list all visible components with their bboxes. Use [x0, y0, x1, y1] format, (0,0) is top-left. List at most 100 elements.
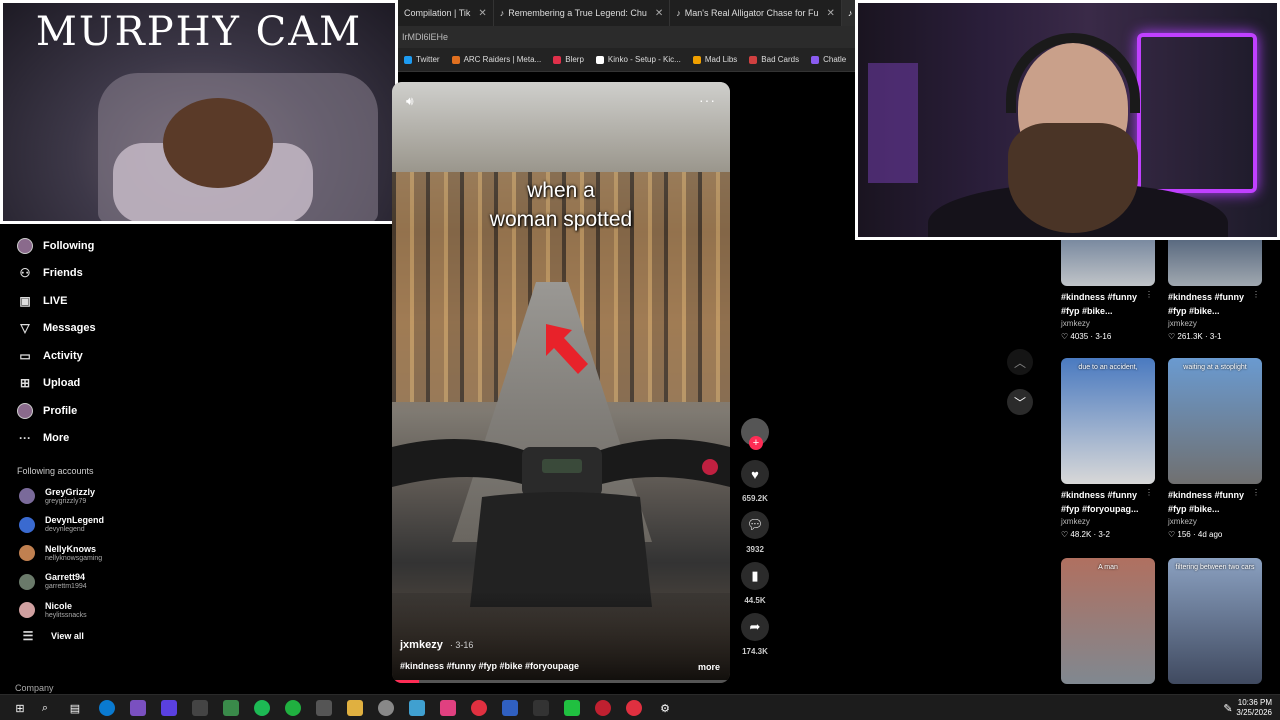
bookmark-item[interactable]: Twitter	[404, 55, 440, 64]
close-tab-icon[interactable]: ✕	[827, 8, 835, 19]
close-tab-icon[interactable]: ✕	[478, 8, 486, 19]
creator-avatar[interactable]: +	[741, 418, 769, 450]
video-hashtags[interactable]: #kindness #funny #fyp #bike #foryoupage	[400, 661, 579, 671]
browser-tab[interactable]: ♪ Man's Real Alligator Chase for Fu ✕	[670, 0, 842, 26]
follow-plus-icon[interactable]: +	[749, 436, 763, 450]
app-icon-5[interactable]	[285, 700, 301, 716]
taskbar-clock[interactable]: 10:36 PM 3/25/2026	[1236, 698, 1272, 718]
video-thumbnail[interactable]	[1061, 240, 1155, 286]
app-icon-2[interactable]	[161, 700, 177, 716]
sidebar-item-following[interactable]: Following	[0, 232, 390, 260]
video-thumbnail[interactable]	[1168, 240, 1262, 286]
video-stats: ♡ 261.3K · 3-1	[1168, 332, 1221, 341]
bookmark-item[interactable]: Chatle	[811, 55, 846, 64]
app-icon-11[interactable]	[502, 700, 518, 716]
folder-icon[interactable]	[347, 700, 363, 716]
spotify-icon[interactable]	[254, 700, 270, 716]
bookmark-item[interactable]: Mad Libs	[692, 55, 737, 64]
separator: ·	[1190, 530, 1198, 539]
more-options-icon[interactable]: ···	[699, 92, 716, 108]
comment-button[interactable]: 💬︎	[741, 511, 769, 539]
video-thumbnail[interactable]: filtering between two cars	[1168, 558, 1262, 684]
previous-video-button[interactable]: ︿	[1007, 349, 1033, 375]
sidebar-item-upload[interactable]: ⊞ Upload	[0, 370, 390, 398]
sidebar-item-activity[interactable]: ▭ Activity	[0, 342, 390, 370]
bookmark-icon	[749, 55, 758, 64]
chevron-up-icon: ︿	[1013, 355, 1026, 370]
video-caption-link[interactable]: #kindness #funny #fyp #bike...	[1168, 488, 1263, 516]
view-all-button[interactable]: ☰ View all	[0, 625, 390, 647]
settings-gear-icon[interactable]: ⚙	[657, 700, 673, 716]
search-icon[interactable]: ⌕	[37, 700, 53, 716]
edge-icon[interactable]	[99, 700, 115, 716]
video-caption-link[interactable]: #kindness #funny #fyp #foryoupag...	[1061, 488, 1156, 516]
app-icon-6[interactable]	[316, 700, 332, 716]
video-author[interactable]: jxmkezy · 3-16	[400, 639, 473, 651]
volume-icon[interactable]: 🔊︎	[406, 94, 414, 109]
browser-tab[interactable]: Compilation | Tik ✕	[398, 0, 494, 26]
separator: ·	[1202, 332, 1210, 341]
close-tab-icon[interactable]: ✕	[655, 8, 663, 19]
app-icon-8[interactable]	[409, 700, 425, 716]
bookmark-item[interactable]: Blerp	[553, 55, 584, 64]
video-author-name[interactable]: jxmkezy	[400, 639, 443, 651]
task-view-icon[interactable]: ▤	[67, 700, 83, 716]
app-icon-4[interactable]	[223, 700, 239, 716]
sidebar-item-messages[interactable]: ▽ Messages	[0, 315, 390, 343]
next-video-button[interactable]: ﹀	[1007, 389, 1033, 415]
tray-icon[interactable]: ✎	[1220, 700, 1236, 716]
app-icon-1[interactable]	[130, 700, 146, 716]
app-icon-12[interactable]	[533, 700, 549, 716]
bookmark-label: Bad Cards	[761, 55, 800, 64]
bookmark-item[interactable]: Kinko - Setup - Kic...	[595, 55, 681, 64]
address-bar[interactable]: IrMDl6lEHe	[398, 26, 860, 48]
video-username[interactable]: jxmkezy	[1061, 319, 1090, 328]
app-icon-3[interactable]	[192, 700, 208, 716]
company-link[interactable]: Company	[15, 683, 54, 693]
app-icon-15[interactable]	[626, 700, 642, 716]
more-vertical-icon[interactable]: ⋮	[1252, 488, 1260, 497]
video-caption-link[interactable]: #kindness #funny #fyp #bike...	[1168, 290, 1263, 318]
motorcycle-handlebars	[392, 439, 730, 607]
video-caption-link[interactable]: #kindness #funny #fyp #bike...	[1061, 290, 1156, 318]
video-thumbnail[interactable]: A man	[1061, 558, 1155, 684]
video-username[interactable]: jxmkezy	[1168, 517, 1197, 526]
video-player[interactable]: when a woman spotted 🔊︎ ··· jxmkezy · 3-…	[392, 82, 730, 683]
more-vertical-icon[interactable]: ⋮	[1145, 290, 1153, 299]
app-icon-9[interactable]	[440, 700, 456, 716]
caption-line-1: when a	[527, 179, 595, 202]
like-button[interactable]: ♥	[741, 460, 769, 488]
following-account[interactable]: DevynLegend devynlegend	[0, 511, 390, 540]
bookmark-item[interactable]: Bad Cards	[749, 55, 799, 64]
browser-tab[interactable]: ♪ Remembering a True Legend: Chu ✕	[494, 0, 671, 26]
account-name: DevynLegend	[45, 515, 105, 526]
following-account[interactable]: NellyKnows nellyknowsgaming	[0, 539, 390, 568]
save-button[interactable]: ▮	[741, 562, 769, 590]
app-icon-7[interactable]	[378, 700, 394, 716]
sidebar-item-live[interactable]: ▣ LIVE	[0, 287, 390, 315]
windows-start-icon[interactable]: ⊞	[12, 700, 28, 716]
app-icon-14[interactable]	[595, 700, 611, 716]
bookmark-item[interactable]: ARC Raiders | Meta...	[451, 55, 541, 64]
share-button[interactable]: ➦	[741, 613, 769, 641]
video-thumbnail[interactable]: due to an accident,	[1061, 358, 1155, 484]
video-progress-bar[interactable]	[392, 680, 730, 683]
app-icon-10[interactable]	[471, 700, 487, 716]
thumbnail-caption: A man	[1098, 564, 1118, 571]
video-thumbnail[interactable]: waiting at a stoplight	[1168, 358, 1262, 484]
sidebar-item-more[interactable]: ··· More	[0, 425, 390, 453]
following-account[interactable]: GreyGrizzly greygrizzly79	[0, 482, 390, 511]
video-username[interactable]: jxmkezy	[1061, 517, 1090, 526]
sidebar-item-friends[interactable]: ⚇ Friends	[0, 260, 390, 288]
app-icon-13[interactable]	[564, 700, 580, 716]
sidebar-item-profile[interactable]: Profile	[0, 397, 390, 425]
more-vertical-icon[interactable]: ⋮	[1252, 290, 1260, 299]
following-account[interactable]: Nicole heylitssnacks	[0, 596, 390, 625]
following-account[interactable]: Garrett94 garrettm1994	[0, 568, 390, 597]
video-more-button[interactable]: more	[698, 662, 720, 672]
tiktok-icon: ♪	[499, 8, 505, 18]
more-vertical-icon[interactable]: ⋮	[1145, 488, 1153, 497]
sidebar: Following ⚇ Friends ▣ LIVE ▽ Messages ▭ Activity…	[0, 232, 390, 647]
like-count: 4035	[1070, 332, 1089, 341]
video-username[interactable]: jxmkezy	[1168, 319, 1197, 328]
